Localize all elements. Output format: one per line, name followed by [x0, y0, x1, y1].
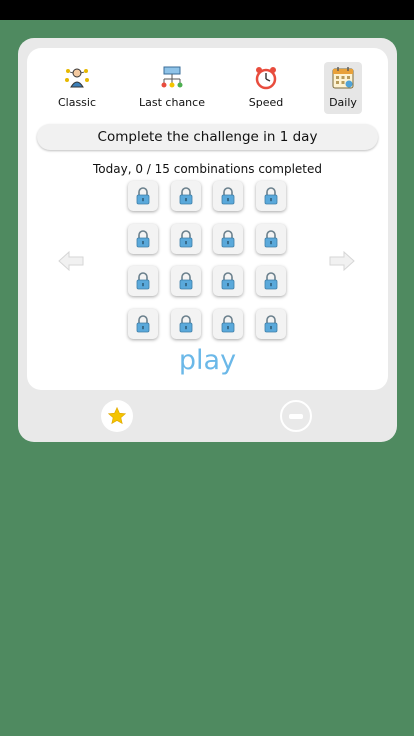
arrow-left-icon[interactable]: [57, 250, 85, 272]
combination-cell[interactable]: [170, 181, 201, 211]
tab-label: Classic: [57, 96, 97, 109]
challenge-banner: Complete the challenge in 1 day: [37, 124, 378, 150]
mode-tabs: Classic Last chance Speed Daily: [27, 62, 388, 116]
person-network-icon: [65, 68, 89, 88]
combination-cell[interactable]: [255, 308, 286, 339]
combination-cell[interactable]: [128, 266, 158, 296]
flowchart-icon: [161, 66, 183, 88]
arrow-right-icon[interactable]: [328, 250, 356, 272]
progress-text: Today, 0 / 15 combinations completed: [93, 162, 322, 176]
combination-cell[interactable]: [255, 223, 286, 254]
combination-cell[interactable]: [255, 181, 286, 211]
play-button[interactable]: play: [27, 345, 388, 376]
lock-icon: [136, 187, 150, 205]
combination-cell[interactable]: [213, 181, 243, 211]
combination-cell[interactable]: [213, 266, 243, 296]
lock-icon: [264, 272, 277, 290]
alarm-clock-icon: [255, 67, 277, 90]
tab-classic[interactable]: Classic: [54, 62, 100, 114]
tab-label: Daily: [329, 96, 357, 109]
tab-last-chance[interactable]: Last chance: [139, 62, 205, 114]
tab-label: Speed: [248, 96, 284, 109]
tab-daily[interactable]: Daily: [324, 62, 362, 114]
lock-icon: [221, 229, 235, 247]
calendar-icon: [332, 67, 354, 89]
combination-cell[interactable]: [170, 266, 201, 296]
challenge-text: Complete the challenge in 1 day: [97, 129, 318, 145]
combination-cell[interactable]: [213, 223, 243, 254]
minus-circle-icon: [289, 413, 303, 419]
status-bar: [0, 0, 414, 20]
mode-panel: Classic Last chance Speed Daily Complete…: [18, 38, 397, 442]
lock-icon: [179, 187, 192, 205]
lock-icon: [221, 187, 235, 205]
lock-icon: [136, 314, 150, 332]
lock-icon: [221, 272, 235, 290]
combination-cell[interactable]: [128, 308, 158, 339]
challenge-card: Classic Last chance Speed Daily Complete…: [27, 48, 388, 390]
lock-icon: [136, 229, 150, 247]
lock-icon: [264, 229, 277, 247]
lock-icon: [221, 314, 235, 332]
lock-icon: [179, 272, 192, 290]
combination-cell[interactable]: [128, 181, 158, 211]
lock-icon: [264, 187, 277, 205]
combination-cell[interactable]: [255, 266, 286, 296]
lock-icon: [264, 314, 277, 332]
lock-icon: [179, 314, 192, 332]
combination-cell[interactable]: [128, 223, 158, 254]
star-icon: [107, 406, 127, 425]
lock-icon: [136, 272, 150, 290]
combination-cell[interactable]: [213, 308, 243, 339]
combination-grid: [128, 181, 288, 341]
favorites-button[interactable]: [101, 400, 133, 432]
tab-label: Last chance: [139, 96, 205, 109]
tab-speed[interactable]: Speed: [247, 62, 285, 114]
combination-cell[interactable]: [170, 308, 201, 339]
combination-cell[interactable]: [170, 223, 201, 254]
lock-icon: [179, 229, 192, 247]
remove-button[interactable]: [280, 400, 312, 432]
